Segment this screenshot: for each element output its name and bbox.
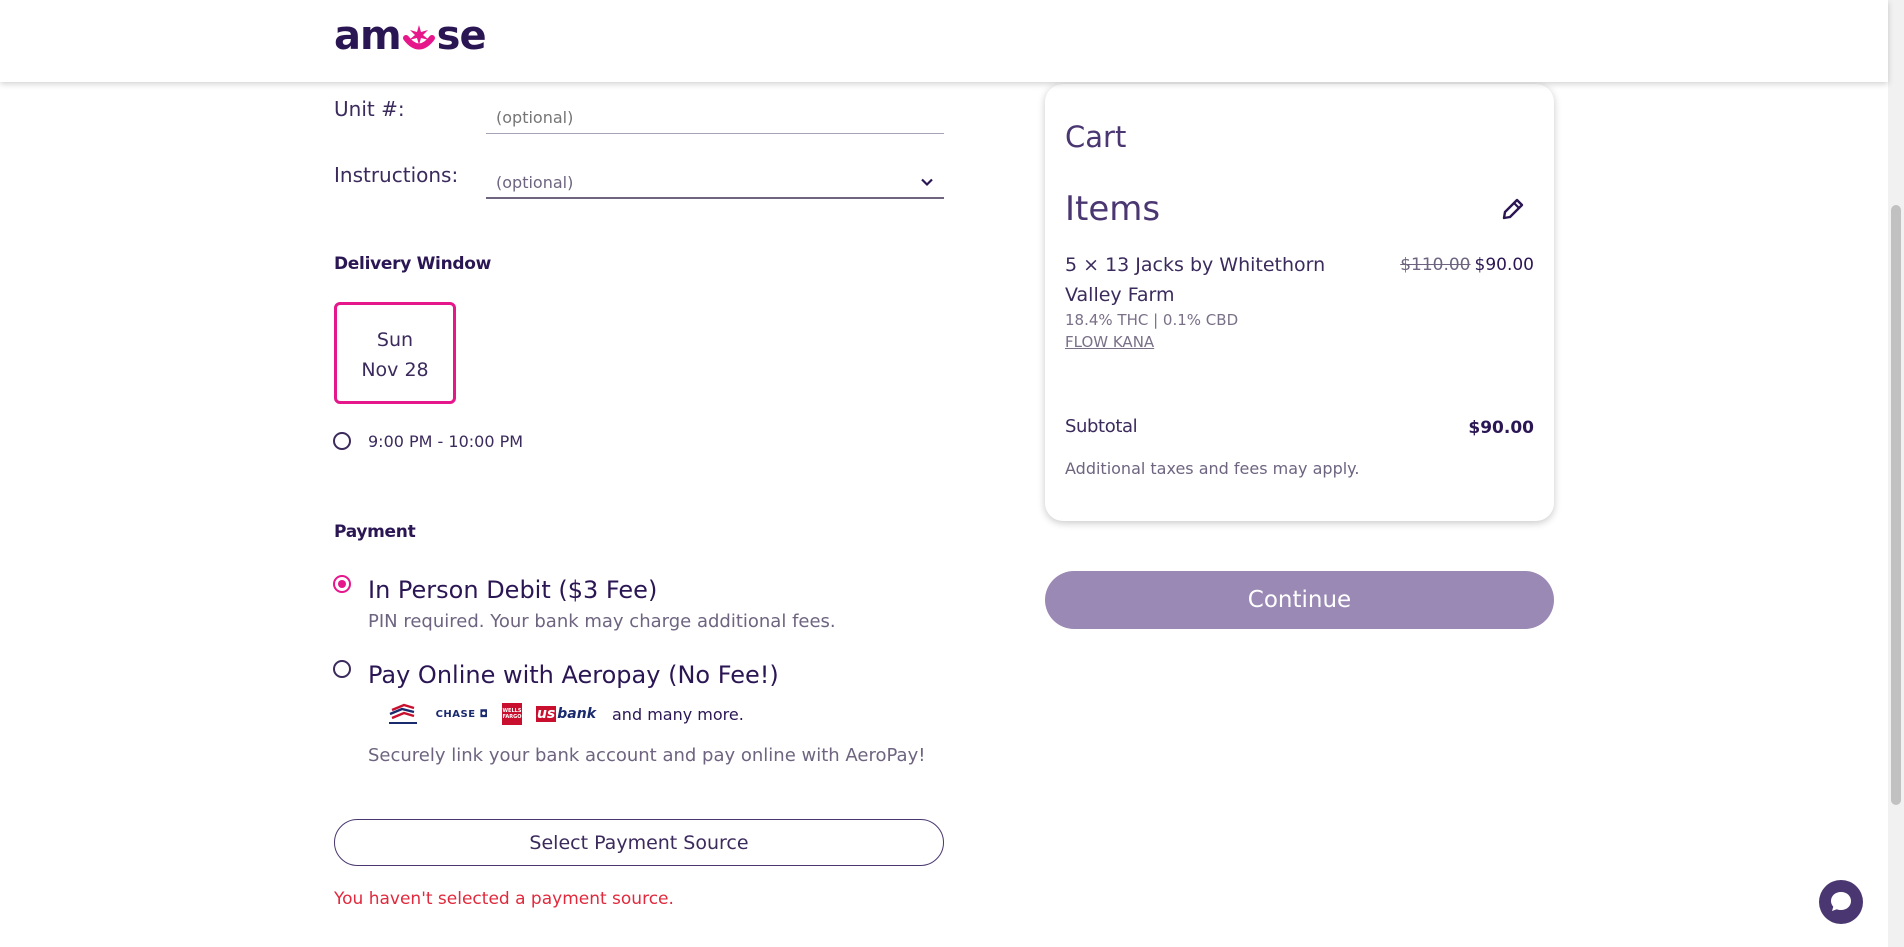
delivery-day: Sun — [376, 329, 414, 351]
banks-more-text: and many more. — [612, 704, 744, 724]
delivery-window-title: Delivery Window — [334, 254, 492, 274]
aeropay-subtitle: Securely link your bank account and pay … — [368, 745, 926, 766]
top-header: am se — [0, 0, 1888, 82]
instructions-label: Instructions: — [334, 163, 459, 187]
delivery-day-card[interactable]: Sun Nov 28 — [334, 302, 456, 404]
delivery-date: Nov 28 — [361, 359, 429, 381]
payment-error-message: You haven't selected a payment source. — [334, 889, 674, 909]
logo-text-right: se — [436, 13, 487, 59]
wells-fargo-logo: WELLS FARGO — [502, 703, 522, 725]
subtotal-value: $90.00 — [1468, 418, 1534, 438]
items-title: Items — [1065, 189, 1161, 229]
in-person-debit-subtitle: PIN required. Your bank may charge addit… — [368, 611, 836, 632]
in-person-debit-title: In Person Debit ($3 Fee) — [368, 576, 658, 604]
instructions-value: (optional) — [496, 172, 574, 192]
select-payment-source-button[interactable]: Select Payment Source — [334, 819, 944, 866]
logo-text-left: am — [334, 13, 402, 59]
unit-input[interactable] — [486, 94, 944, 134]
page-scrollbar[interactable] — [1888, 0, 1904, 947]
subtotal-label: Subtotal — [1065, 416, 1138, 437]
in-person-debit-radio[interactable] — [333, 575, 351, 593]
bank-logos: CHASE ◘ WELLS FARGO us bank and many more… — [384, 702, 744, 726]
cart-item-brand-link[interactable]: FLOW KANA — [1065, 333, 1154, 351]
cart-item-price: $110.00 $90.00 — [1400, 255, 1534, 275]
us-bank-logo: us bank — [535, 706, 597, 722]
taxes-note: Additional taxes and fees may apply. — [1065, 459, 1360, 478]
chevron-down-icon — [921, 178, 933, 187]
payment-title: Payment — [334, 522, 416, 542]
logo-flower-icon — [402, 19, 436, 53]
continue-button[interactable]: Continue — [1045, 571, 1554, 629]
time-slot-label: 9:00 PM - 10:00 PM — [368, 432, 524, 451]
cart-item-potency: 18.4% THC | 0.1% CBD — [1065, 311, 1239, 329]
bank-of-america-logo — [384, 702, 422, 726]
unit-label: Unit #: — [334, 97, 405, 121]
chat-bubble-button[interactable] — [1819, 880, 1863, 924]
time-slot-radio[interactable] — [333, 432, 351, 450]
chase-logo: CHASE ◘ — [435, 708, 489, 720]
cart-title: Cart — [1065, 120, 1127, 154]
pencil-edit-icon[interactable] — [1500, 196, 1526, 222]
cart-item-name: 5 × 13 Jacks by Whitethorn Valley Farm — [1065, 254, 1326, 306]
instructions-select[interactable]: (optional) — [486, 159, 944, 199]
aeropay-radio[interactable] — [333, 660, 351, 678]
cart-item-old-price: $110.00 — [1400, 255, 1471, 275]
cart-panel: Cart Items 5 × 13 Jacks by Whitethorn Va… — [1045, 84, 1554, 521]
chat-icon — [1831, 892, 1851, 911]
cart-item-current-price: $90.00 — [1474, 255, 1534, 275]
aeropay-title: Pay Online with Aeropay (No Fee!) — [368, 661, 779, 689]
amuse-logo[interactable]: am se — [334, 13, 487, 59]
scrollbar-thumb[interactable] — [1891, 205, 1901, 805]
